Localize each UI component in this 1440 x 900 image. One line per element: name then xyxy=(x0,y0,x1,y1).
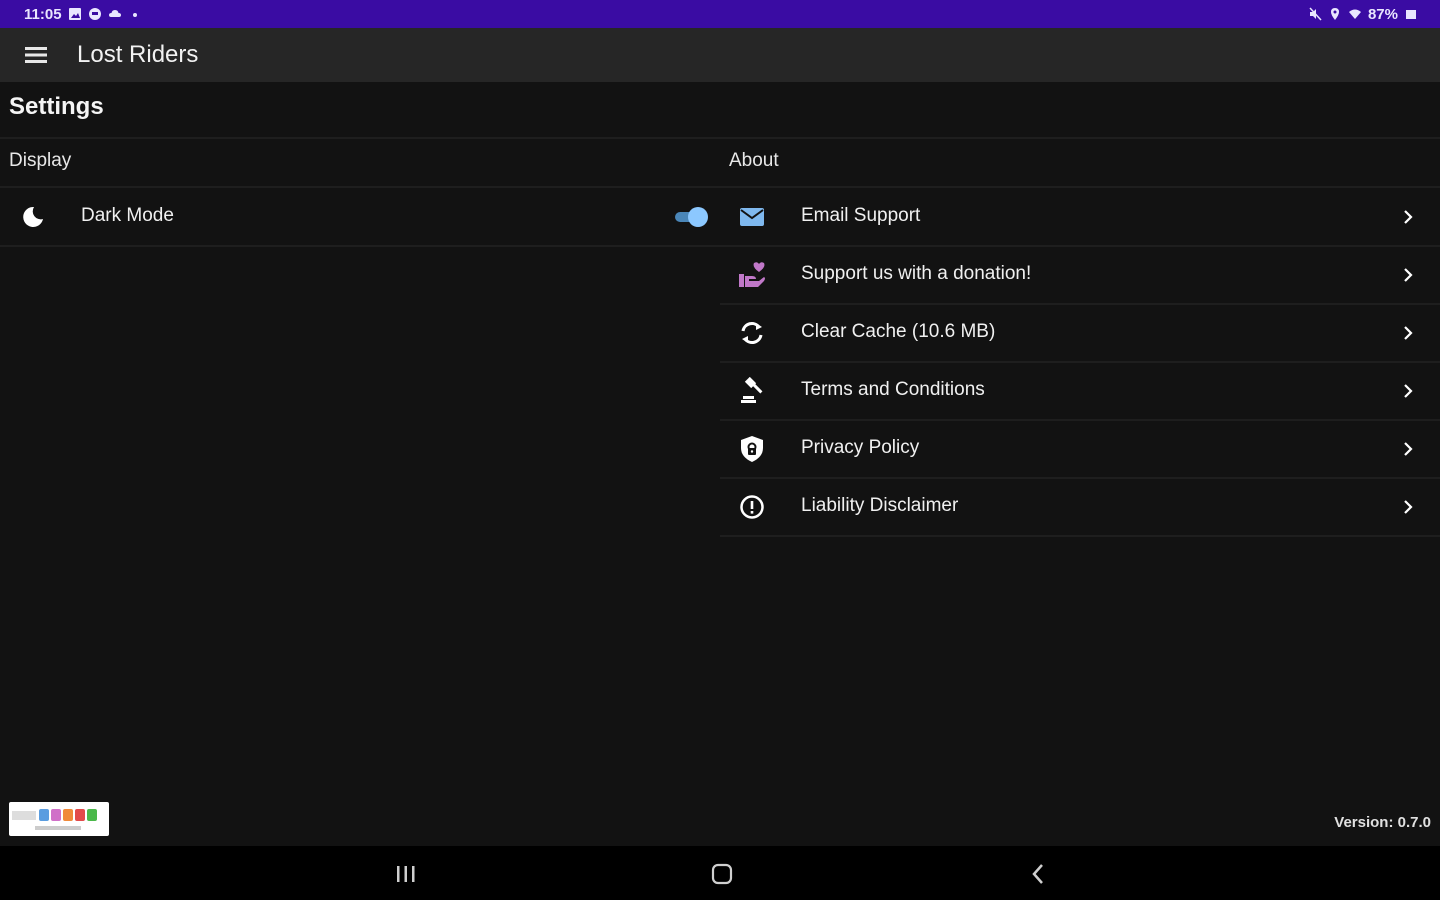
status-right: 87% xyxy=(1308,6,1418,23)
home-icon xyxy=(711,863,733,885)
system-nav-bar xyxy=(0,846,1440,900)
terms-label: Terms and Conditions xyxy=(801,379,985,400)
envelope-icon xyxy=(737,202,767,232)
location-icon xyxy=(1330,8,1339,20)
version-label: Version: 0.7.0 xyxy=(1334,814,1431,831)
gallery-notification-icon xyxy=(68,8,81,20)
status-time: 11:05 xyxy=(24,5,62,23)
page-title: Settings xyxy=(9,93,104,120)
toggle-knob xyxy=(688,207,708,227)
email-support-row[interactable]: Email Support xyxy=(720,189,1440,245)
divider xyxy=(0,186,1440,188)
mute-icon xyxy=(1309,7,1322,21)
alert-circle-icon xyxy=(737,492,767,522)
privacy-policy-label: Privacy Policy xyxy=(801,437,920,458)
about-section-header: About xyxy=(729,150,779,171)
dark-mode-row[interactable]: Dark Mode xyxy=(0,189,720,245)
shield-lock-icon xyxy=(737,434,767,464)
privacy-policy-row[interactable]: Privacy Policy xyxy=(720,421,1440,477)
liability-disclaimer-row[interactable]: Liability Disclaimer xyxy=(720,479,1440,535)
divider xyxy=(720,535,1440,537)
chevron-right-icon xyxy=(1404,500,1413,514)
clear-cache-label: Clear Cache (10.6 MB) xyxy=(801,321,996,342)
collection-badge-logo[interactable] xyxy=(9,802,109,836)
hamburger-menu-icon xyxy=(25,47,47,63)
app-title: Lost Riders xyxy=(77,41,199,68)
cloud-notification-icon xyxy=(108,10,121,17)
wifi-icon xyxy=(1348,9,1361,19)
battery-percent: 87% xyxy=(1367,5,1398,23)
donation-label: Support us with a donation! xyxy=(801,263,1032,284)
recents-button[interactable] xyxy=(386,854,426,894)
dark-mode-toggle[interactable] xyxy=(674,206,710,228)
divider xyxy=(0,245,720,247)
chevron-right-icon xyxy=(1404,326,1413,340)
chevron-right-icon xyxy=(1404,210,1413,224)
back-icon xyxy=(1032,864,1043,884)
chat-notification-icon xyxy=(88,8,101,20)
dark-mode-label: Dark Mode xyxy=(81,205,174,226)
home-button[interactable] xyxy=(702,854,742,894)
gavel-icon xyxy=(737,376,767,406)
battery-icon xyxy=(1406,10,1416,19)
donation-hand-icon xyxy=(737,260,767,290)
back-button[interactable] xyxy=(1018,854,1058,894)
status-bar: 11:05 87% xyxy=(0,0,1440,28)
email-support-label: Email Support xyxy=(801,205,921,226)
donation-row[interactable]: Support us with a donation! xyxy=(720,247,1440,303)
chevron-right-icon xyxy=(1404,268,1413,282)
clear-cache-row[interactable]: Clear Cache (10.6 MB) xyxy=(720,305,1440,361)
menu-button[interactable] xyxy=(16,35,56,75)
app-bar: Lost Riders xyxy=(0,28,1440,82)
recents-icon xyxy=(397,866,415,882)
refresh-icon xyxy=(737,318,767,348)
chevron-right-icon xyxy=(1404,442,1413,456)
display-section-header: Display xyxy=(9,150,72,171)
dot-notification-icon xyxy=(132,13,137,17)
terms-row[interactable]: Terms and Conditions xyxy=(720,363,1440,419)
status-left: 11:05 xyxy=(24,6,142,23)
liability-disclaimer-label: Liability Disclaimer xyxy=(801,495,959,516)
divider xyxy=(0,137,1440,139)
moon-icon xyxy=(17,202,47,232)
chevron-right-icon xyxy=(1404,384,1413,398)
